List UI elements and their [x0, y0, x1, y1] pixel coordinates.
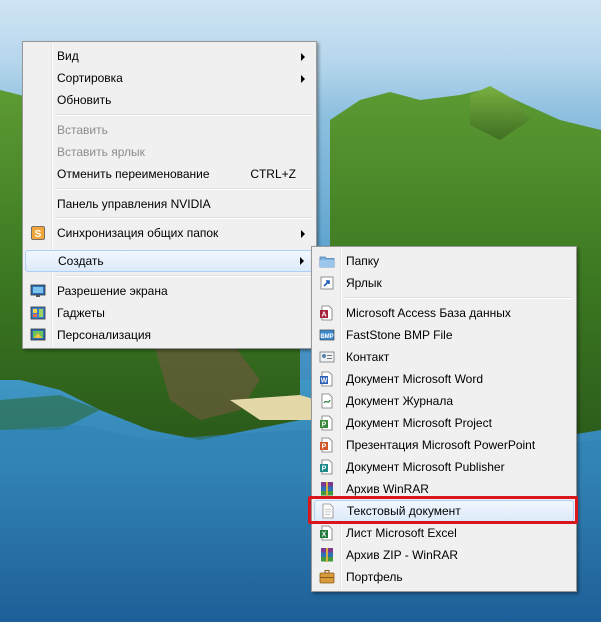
menu-item-label: Документ Microsoft Publisher [346, 460, 505, 474]
excel-icon: X [319, 525, 335, 541]
personalization-icon [30, 327, 46, 343]
create-submenu-item-7[interactable]: P Документ Microsoft Project [314, 412, 574, 434]
svg-text:P: P [322, 466, 327, 473]
menu-item-label: Папку [346, 254, 380, 268]
svg-text:S: S [35, 229, 42, 240]
create-submenu-item-4[interactable]: Контакт [314, 346, 574, 368]
folder-icon [319, 253, 335, 269]
menu-separator [55, 188, 312, 190]
context-menu-item-11[interactable]: Персонализация [25, 324, 314, 346]
menu-item-label: Портфель [346, 570, 403, 584]
screen-resolution-icon [30, 283, 46, 299]
submenu-arrow-icon [301, 53, 305, 61]
menu-item-label: Гаджеты [57, 306, 105, 320]
create-submenu-item-8[interactable]: P Презентация Microsoft PowerPoint [314, 434, 574, 456]
menu-item-label: Документ Журнала [346, 394, 454, 408]
context-menu-item-7[interactable]: S Синхронизация общих папок [25, 222, 314, 244]
highlight-annotation [308, 496, 578, 524]
context-menu-item-3: Вставить [25, 119, 314, 141]
submenu-arrow-icon [301, 75, 305, 83]
gadgets-icon [30, 305, 46, 321]
menu-item-label: Архив ZIP - WinRAR [346, 548, 459, 562]
svg-text:P: P [322, 444, 327, 451]
context-menu-item-9[interactable]: Разрешение экрана [25, 280, 314, 302]
context-menu-item-4: Вставить ярлык [25, 141, 314, 163]
create-submenu-item-12[interactable]: X Лист Microsoft Excel [314, 522, 574, 544]
svg-text:A: A [321, 312, 326, 319]
menu-item-label: FastStone BMP File [346, 328, 453, 342]
create-submenu-item-2[interactable]: A Microsoft Access База данных [314, 302, 574, 324]
desktop-context-menu: Вид Сортировка Обновить Вставить Вставить яр… [22, 41, 317, 349]
menu-item-label: Создать [58, 254, 104, 268]
contact-icon [319, 349, 335, 365]
menu-separator [55, 275, 312, 277]
menu-item-label: Синхронизация общих папок [57, 226, 219, 240]
menu-item-label: Презентация Microsoft PowerPoint [346, 438, 536, 452]
winrar-icon [319, 481, 335, 497]
submenu-arrow-icon [301, 230, 305, 238]
access-icon: A [319, 305, 335, 321]
context-menu-item-6[interactable]: Панель управления NVIDIA [25, 193, 314, 215]
menu-separator [55, 217, 312, 219]
sync-folders-icon: S [30, 225, 46, 241]
winrar-zip-icon [319, 547, 335, 563]
menu-item-label: Разрешение экрана [57, 284, 168, 298]
menu-item-label: Ярлык [346, 276, 382, 290]
menu-item-label: Сортировка [57, 71, 123, 85]
svg-text:X: X [322, 532, 327, 539]
create-submenu-item-14[interactable]: Портфель [314, 566, 574, 588]
create-submenu-item-9[interactable]: P Документ Microsoft Publisher [314, 456, 574, 478]
context-menu-item-2[interactable]: Обновить [25, 89, 314, 111]
create-submenu-item-1[interactable]: Ярлык [314, 272, 574, 294]
context-menu-item-8[interactable]: Создать [25, 250, 314, 272]
menu-separator [344, 297, 572, 299]
briefcase-icon [319, 569, 335, 585]
menu-item-label: Обновить [57, 93, 112, 107]
journal-icon [319, 393, 335, 409]
menu-item-label: Лист Microsoft Excel [346, 526, 457, 540]
menu-item-label: Вставить ярлык [57, 145, 145, 159]
svg-text:W: W [321, 378, 328, 385]
svg-text:BMP: BMP [320, 334, 333, 340]
create-submenu-item-3[interactable]: BMP FastStone BMP File [314, 324, 574, 346]
context-menu-item-1[interactable]: Сортировка [25, 67, 314, 89]
publisher-icon: P [319, 459, 335, 475]
menu-item-label: Документ Microsoft Word [346, 372, 484, 386]
create-submenu-item-6[interactable]: Документ Журнала [314, 390, 574, 412]
shortcut-icon [319, 275, 335, 291]
context-menu-item-0[interactable]: Вид [25, 45, 314, 67]
menu-item-label: Документ Microsoft Project [346, 416, 492, 430]
menu-separator [55, 114, 312, 116]
create-submenu-item-13[interactable]: Архив ZIP - WinRAR [314, 544, 574, 566]
create-submenu-item-5[interactable]: W Документ Microsoft Word [314, 368, 574, 390]
context-menu-item-10[interactable]: Гаджеты [25, 302, 314, 324]
menu-item-label: Вставить [57, 123, 108, 137]
powerpoint-icon: P [319, 437, 335, 453]
context-menu-item-5[interactable]: Отменить переименование CTRL+Z [25, 163, 314, 185]
menu-item-label: Контакт [346, 350, 390, 364]
menu-item-label: Отменить переименование [57, 167, 210, 181]
word-icon: W [319, 371, 335, 387]
menu-item-shortcut: CTRL+Z [250, 167, 296, 181]
menu-item-label: Вид [57, 49, 79, 63]
menu-item-label: Персонализация [57, 328, 152, 342]
submenu-arrow-icon [300, 257, 304, 265]
menu-item-label: Microsoft Access База данных [346, 306, 511, 320]
bmp-icon: BMP [319, 327, 335, 343]
create-submenu-item-0[interactable]: Папку [314, 250, 574, 272]
menu-item-label: Панель управления NVIDIA [57, 197, 211, 211]
create-submenu: Папку Ярлык A Microsoft Access База данных B… [311, 246, 577, 592]
project-icon: P [319, 415, 335, 431]
svg-text:P: P [322, 422, 327, 429]
